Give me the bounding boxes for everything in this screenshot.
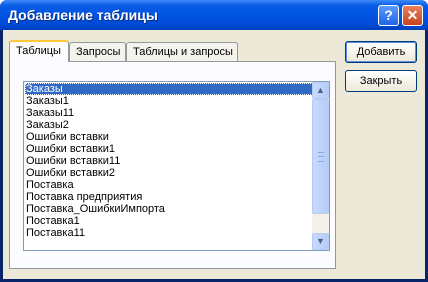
list-item[interactable]: Ошибки вставки [25, 131, 313, 143]
title-bar[interactable]: Добавление таблицы ? ✕ [0, 0, 428, 30]
tab-tables[interactable]: Таблицы [9, 40, 69, 62]
list-item[interactable]: Ошибки вставки2 [25, 167, 313, 179]
scroll-down-icon[interactable]: ▼ [312, 233, 329, 250]
list-items: Заказы Заказы1 Заказы11 Заказы2 Ошибки встав… [25, 83, 313, 239]
tab-panel: Заказы Заказы1 Заказы11 Заказы2 Ошибки встав… [9, 61, 336, 269]
list-item[interactable]: Заказы [25, 83, 313, 95]
list-item[interactable]: Поставка предприятия [25, 191, 313, 203]
dialog-window: Добавление таблицы ? ✕ Таблицы Запросы Т… [0, 0, 428, 282]
list-item[interactable]: Поставка_ОшибкиИмпорта [25, 203, 313, 215]
vertical-scrollbar[interactable]: ▲ ▼ [312, 82, 329, 250]
grip-icon [318, 152, 324, 162]
list-item[interactable]: Ошибки вставки1 [25, 143, 313, 155]
dialog-body: Таблицы Запросы Таблицы и запросы Заказы… [3, 30, 425, 279]
list-item[interactable]: Поставка [25, 179, 313, 191]
close-button[interactable]: Закрыть [345, 70, 417, 92]
list-item[interactable]: Заказы2 [25, 119, 313, 131]
tab-queries[interactable]: Запросы [69, 42, 126, 61]
list-item[interactable]: Заказы11 [25, 107, 313, 119]
window-title: Добавление таблицы [8, 7, 158, 23]
scroll-thumb[interactable] [312, 99, 329, 214]
list-item[interactable]: Заказы1 [25, 95, 313, 107]
scroll-up-icon[interactable]: ▲ [312, 82, 329, 99]
add-button[interactable]: Добавить [345, 41, 417, 63]
close-icon[interactable]: ✕ [402, 5, 423, 26]
list-item[interactable]: Поставка1 [25, 215, 313, 227]
table-listbox[interactable]: Заказы Заказы1 Заказы11 Заказы2 Ошибки встав… [23, 81, 330, 251]
help-icon[interactable]: ? [378, 5, 399, 26]
tab-tables-and-queries[interactable]: Таблицы и запросы [126, 42, 238, 61]
list-item[interactable]: Поставка11 [25, 227, 313, 239]
list-item[interactable]: Ошибки вставки11 [25, 155, 313, 167]
